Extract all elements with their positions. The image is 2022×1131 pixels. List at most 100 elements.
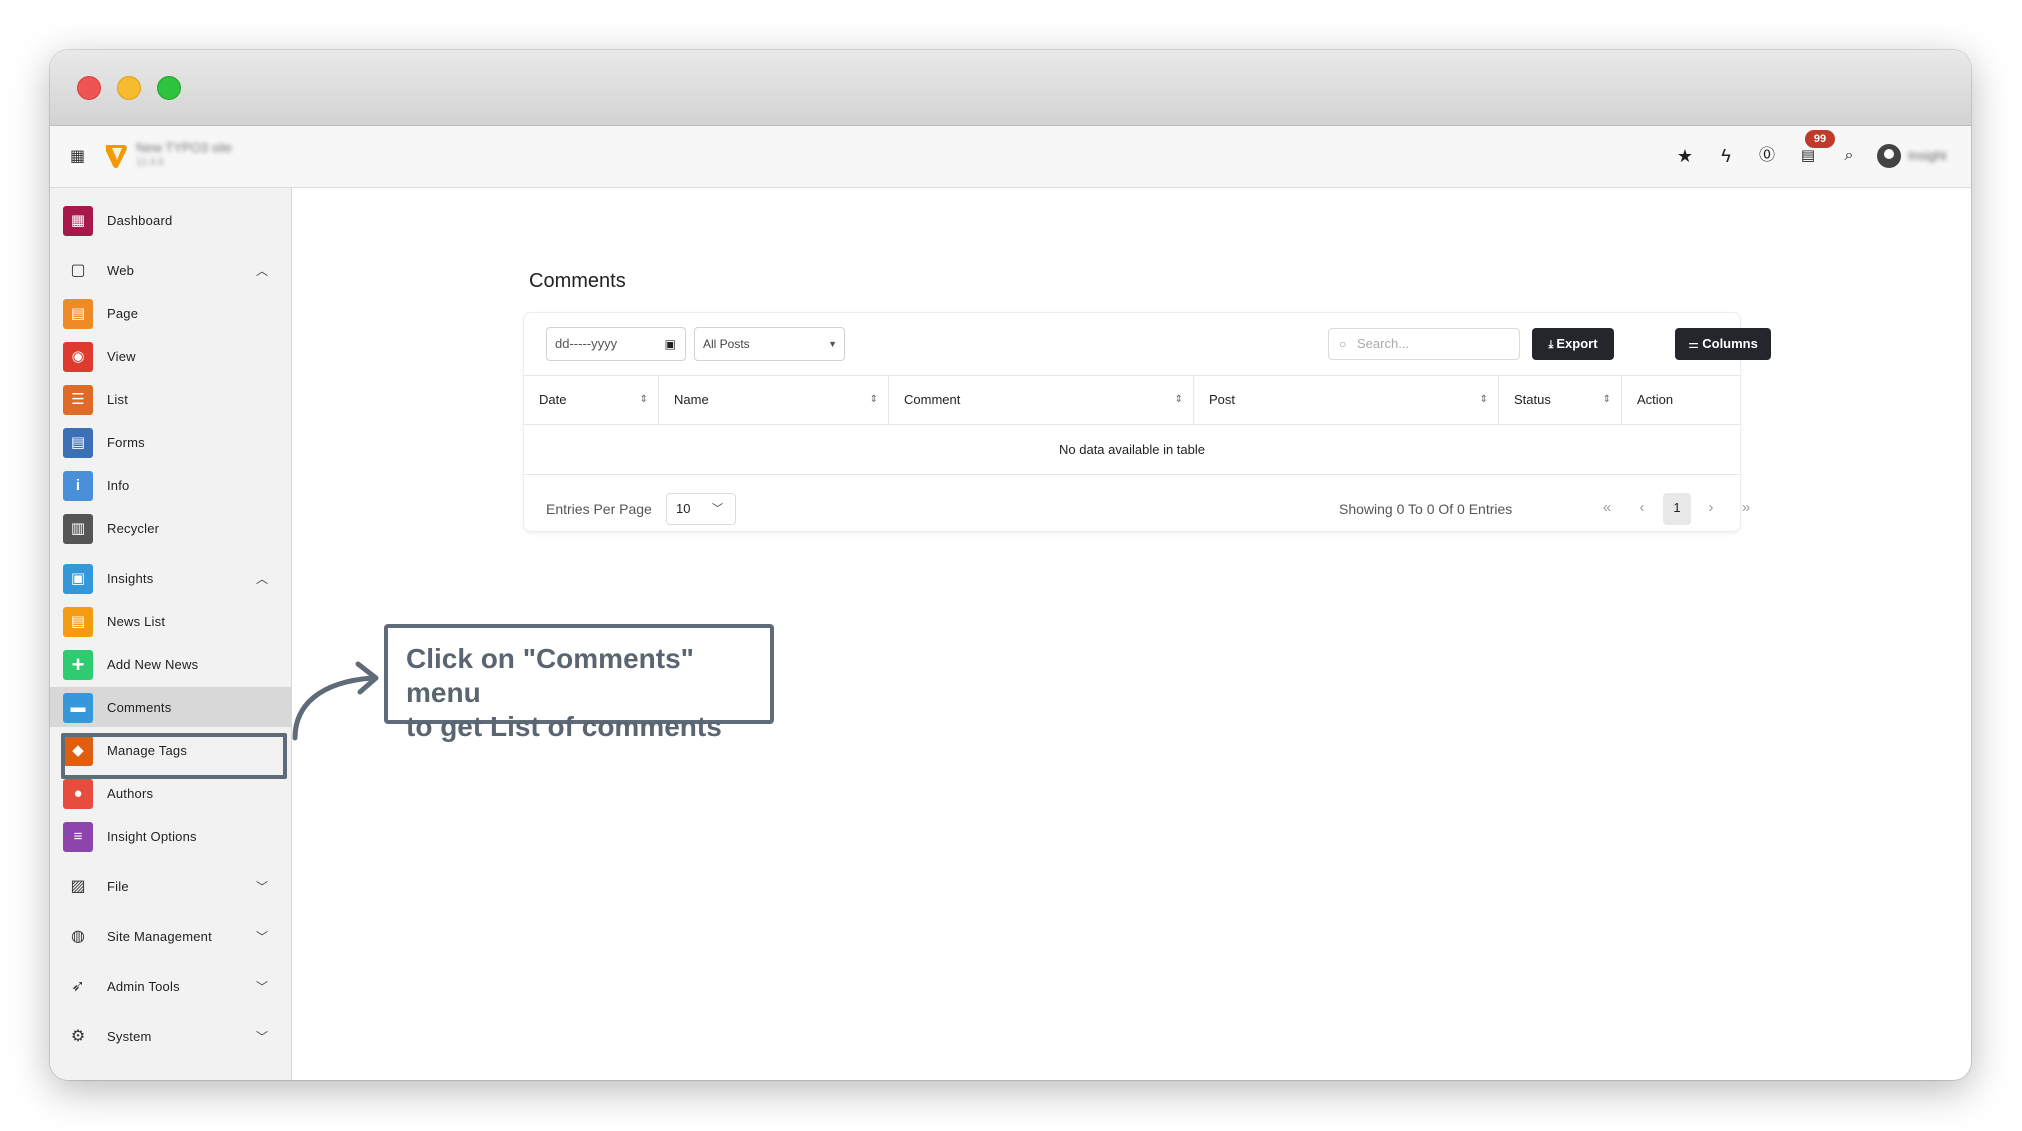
pagination-first-button[interactable]: « <box>1593 493 1621 525</box>
help-icon[interactable]: ⓪ <box>1755 144 1779 168</box>
sidebar-item-label: Dashboard <box>107 213 173 228</box>
eye-icon: ◉ <box>63 342 93 372</box>
info-icon: i <box>63 471 93 501</box>
column-header-date[interactable]: Date ⇕ <box>524 376 659 424</box>
sidebar-item-label: Page <box>107 306 139 321</box>
sort-icon[interactable]: ⇕ <box>1480 376 1488 424</box>
sidebar-group-system[interactable]: ⚙ System ﹀ <box>50 1016 292 1056</box>
sidebar-item-forms[interactable]: ▤ Forms <box>50 422 292 462</box>
list-icon: ☰ <box>63 385 93 415</box>
column-header-comment[interactable]: Comment ⇕ <box>889 376 1194 424</box>
instruction-callout: Click on "Comments" menu to get List of … <box>384 624 774 742</box>
pagination-page-1[interactable]: 1 <box>1663 493 1691 525</box>
search-input[interactable]: ○ Search... <box>1328 328 1520 360</box>
trash-icon: ▥ <box>63 514 93 544</box>
entries-per-page-value: 10 <box>676 501 691 516</box>
sliders-icon: ≡ <box>63 822 93 852</box>
entries-per-page-select[interactable]: 10 ﹀ <box>666 493 736 525</box>
chevron-down-icon[interactable]: ﹀ <box>256 928 268 945</box>
search-icon[interactable]: ⌕ <box>1837 144 1861 168</box>
minimize-window-button[interactable] <box>117 76 141 100</box>
sidebar-item-label: Web <box>107 263 135 278</box>
chevron-down-icon[interactable]: ﹀ <box>256 978 268 995</box>
typo3-logo-icon[interactable] <box>104 142 130 170</box>
export-label: Export <box>1556 336 1598 351</box>
page-icon: ▢ <box>70 262 86 279</box>
sidebar-item-dashboard[interactable]: ▦ Dashboard <box>50 200 292 240</box>
comments-highlight-box <box>61 733 287 779</box>
sidebar-group-web[interactable]: ▢ Web ︿ <box>50 250 292 290</box>
header-label: Date <box>539 392 567 407</box>
user-name[interactable]: Insight <box>1908 148 1946 163</box>
sidebar-group-insights[interactable]: ▣ Insights ︿ <box>50 558 292 598</box>
sidebar-item-label: List <box>107 392 129 407</box>
sidebar-item-label: Add New News <box>107 657 199 672</box>
columns-label: Columns <box>1702 336 1758 351</box>
showing-entries-text: Showing 0 To 0 Of 0 Entries <box>1339 501 1513 517</box>
column-header-name[interactable]: Name ⇕ <box>659 376 889 424</box>
flash-clear-cache-icon[interactable]: ϟ <box>1714 144 1738 168</box>
sidebar-item-info[interactable]: i Info <box>50 465 292 505</box>
chevron-down-icon[interactable]: ﹀ <box>256 1028 268 1045</box>
sidebar-item-label: Insights <box>107 571 154 586</box>
posts-filter-value: All Posts <box>703 337 750 351</box>
search-icon: ○ <box>1339 337 1347 351</box>
callout-line-1: Click on "Comments" menu <box>406 643 694 708</box>
header-label: Comment <box>904 392 961 407</box>
sidebar-item-label: Comments <box>107 700 172 715</box>
sort-icon[interactable]: ⇕ <box>1175 376 1183 424</box>
user-avatar[interactable] <box>1877 144 1901 168</box>
top-toolbar: ▦ New TYPO3 site 12.4.8 ★ ϟ ⓪ ▤ 99 ⌕ Ins… <box>50 126 1971 188</box>
sort-icon[interactable]: ⇕ <box>1603 376 1611 424</box>
calendar-icon[interactable]: ▣ <box>665 328 676 360</box>
chevron-up-icon[interactable]: ︿ <box>256 570 268 587</box>
empty-table-message: No data available in table <box>524 425 1740 475</box>
sidebar-item-label: Forms <box>107 435 145 450</box>
sidebar-item-news-list[interactable]: ▤ News List <box>50 601 292 641</box>
chevron-up-icon[interactable]: ︿ <box>256 262 268 279</box>
date-filter-input[interactable]: dd-----yyyy ▣ <box>546 327 686 361</box>
pagination-last-button[interactable]: » <box>1732 493 1760 525</box>
sidebar-group-site-management[interactable]: ◍ Site Management ﹀ <box>50 916 292 956</box>
site-version: 12.4.8 <box>136 157 164 168</box>
insights-icon: ▣ <box>63 564 93 594</box>
sidebar-item-comments[interactable]: ▬ Comments <box>50 687 292 727</box>
sidebar-group-file[interactable]: ▨ File ﹀ <box>50 866 292 906</box>
column-header-action: Action <box>1622 376 1740 424</box>
sidebar-item-authors[interactable]: ● Authors <box>50 773 292 813</box>
header-label: Status <box>1514 392 1551 407</box>
app-grid-icon[interactable]: ▦ <box>70 148 88 166</box>
dashboard-icon: ▦ <box>63 206 93 236</box>
callout-arrow-icon <box>292 661 379 741</box>
date-placeholder: dd-----yyyy <box>555 336 618 351</box>
bookmark-star-icon[interactable]: ★ <box>1673 144 1697 168</box>
column-header-status[interactable]: Status ⇕ <box>1499 376 1622 424</box>
globe-icon: ◍ <box>71 928 85 945</box>
sidebar-item-list[interactable]: ☰ List <box>50 379 292 419</box>
entries-per-page-label: Entries Per Page <box>546 501 652 517</box>
sidebar-item-page[interactable]: ▤ Page <box>50 293 292 333</box>
sidebar-item-insight-options[interactable]: ≡ Insight Options <box>50 816 292 856</box>
user-icon: ● <box>63 779 93 809</box>
sort-icon[interactable]: ⇕ <box>870 376 878 424</box>
columns-button[interactable]: ⚌ Columns <box>1675 328 1771 360</box>
sidebar-item-recycler[interactable]: ▥ Recycler <box>50 508 292 548</box>
maximize-window-button[interactable] <box>157 76 181 100</box>
search-placeholder: Search... <box>1357 336 1410 351</box>
sidebar-item-add-new-news[interactable]: + Add New News <box>50 644 292 684</box>
form-icon: ▤ <box>63 428 93 458</box>
column-header-post[interactable]: Post ⇕ <box>1194 376 1499 424</box>
page-icon: ▤ <box>63 299 93 329</box>
sidebar-group-admin-tools[interactable]: ➶ Admin Tools ﹀ <box>50 966 292 1006</box>
pagination-next-button[interactable]: › <box>1697 493 1725 525</box>
pagination-prev-button[interactable]: ‹ <box>1628 493 1656 525</box>
close-window-button[interactable] <box>77 76 101 100</box>
sidebar-item-view[interactable]: ◉ View <box>50 336 292 376</box>
sidebar-item-label: Authors <box>107 786 154 801</box>
plus-icon: + <box>63 650 93 680</box>
posts-filter-select[interactable]: All Posts ▼ <box>694 327 845 361</box>
export-button[interactable]: ⤓ Export <box>1532 328 1614 360</box>
chevron-down-icon[interactable]: ﹀ <box>256 878 268 895</box>
sort-icon[interactable]: ⇕ <box>640 376 648 424</box>
sidebar-item-label: Insight Options <box>107 829 197 844</box>
